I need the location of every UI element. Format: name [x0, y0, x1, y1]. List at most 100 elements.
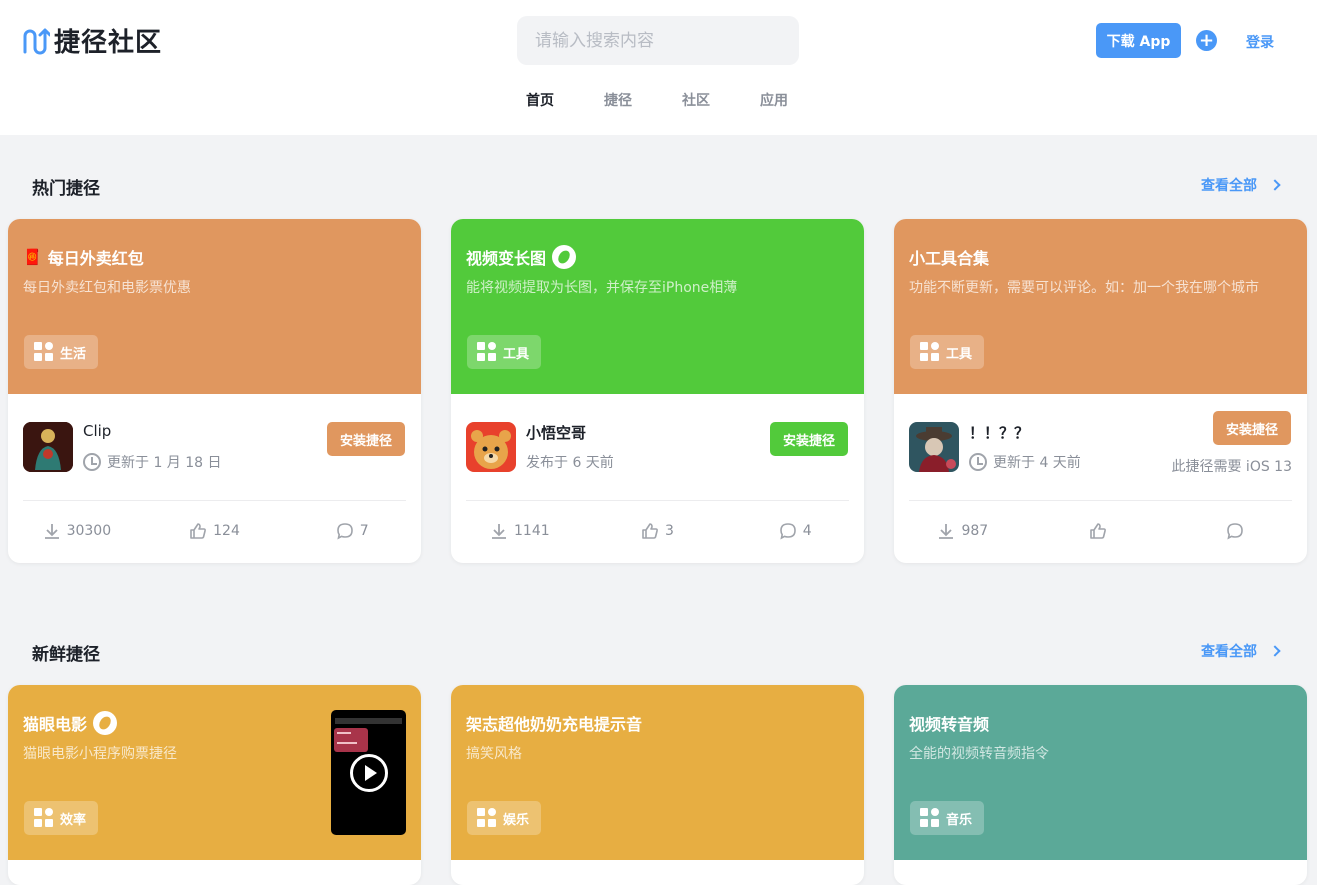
search-input[interactable] — [535, 30, 799, 51]
update-time: 更新于 1 月 18 日 — [83, 452, 222, 472]
shortcut-card[interactable]: 猫眼电影 猫眼电影小程序购票捷径 效率 — [8, 685, 421, 885]
logo-text: 捷径社区 — [54, 28, 163, 58]
verified-icon — [93, 711, 118, 735]
logo[interactable]: 捷径社区 — [22, 22, 162, 59]
divider — [909, 500, 1292, 501]
clock-icon — [969, 453, 987, 471]
chevron-right-icon — [1269, 179, 1281, 191]
comment-icon — [1227, 523, 1243, 540]
play-icon[interactable] — [350, 754, 388, 792]
card-header: 视频转音频 全能的视频转音频指令 音乐 — [894, 685, 1307, 860]
comment-count[interactable]: 4 — [726, 522, 864, 540]
plus-icon[interactable]: + — [1196, 30, 1217, 51]
author-name[interactable]: ！！？？ — [969, 422, 1029, 443]
card-title: 🧧 每日外卖红包 — [23, 248, 144, 268]
card-body: ！！？？ 更新于 4 天前 安装捷径 此捷径需要 iOS 13 987 — [894, 394, 1307, 563]
nav-home[interactable]: 首页 — [501, 90, 579, 110]
shortcut-card[interactable]: 视频变长图 能将视频提取为长图，并保存至iPhone相薄 工具 小悟空哥 发布于… — [451, 219, 864, 563]
ios-requirement: 此捷径需要 iOS 13 — [1171, 459, 1292, 475]
card-stats: 987 — [894, 522, 1307, 540]
category-icon — [920, 808, 940, 828]
author-name[interactable]: Clip — [83, 422, 111, 440]
card-header: 猫眼电影 猫眼电影小程序购票捷径 效率 — [8, 685, 421, 860]
card-header: 小工具合集 功能不断更新，需要可以评论。如：加一个我在哪个城市 工具 — [894, 219, 1307, 394]
card-title: 视频转音频 — [909, 715, 990, 734]
category-tag[interactable]: 娱乐 — [467, 801, 542, 835]
fresh-section-title: 新鲜捷径 — [32, 645, 100, 665]
shortcut-card[interactable]: 架志超他奶奶充电提示音 搞笑风格 娱乐 — [451, 685, 864, 885]
fresh-view-all-link[interactable]: 查看全部 — [1201, 641, 1281, 661]
shortcut-card[interactable]: 🧧 每日外卖红包 每日外卖红包和电影票优惠 生活 Clip 更新于 1 月 18 … — [8, 219, 421, 563]
card-stats: 1141 3 4 — [451, 522, 864, 540]
update-time: 发布于 6 天前 — [526, 455, 614, 471]
install-button[interactable]: 安装捷径 — [326, 422, 405, 456]
logo-icon — [23, 28, 50, 54]
main-nav: 首页 捷径 社区 应用 — [501, 90, 813, 110]
card-title: 架志超他奶奶充电提示音 — [466, 715, 643, 734]
category-icon — [920, 342, 940, 362]
clock-icon — [83, 453, 101, 471]
shortcut-card[interactable]: 视频转音频 全能的视频转音频指令 音乐 — [894, 685, 1307, 885]
card-description: 搞笑风格 — [466, 746, 522, 762]
hot-section-title: 热门捷径 — [32, 179, 100, 199]
video-preview[interactable] — [331, 710, 406, 835]
comment-count[interactable]: 7 — [283, 522, 421, 540]
red-envelope-icon: 🧧 — [23, 248, 42, 266]
nav-shortcuts[interactable]: 捷径 — [579, 90, 657, 110]
download-count[interactable]: 30300 — [8, 522, 146, 540]
chevron-right-icon — [1269, 645, 1281, 657]
like-count[interactable] — [1032, 522, 1170, 540]
category-tag[interactable]: 生活 — [24, 335, 99, 369]
hot-view-all-link[interactable]: 查看全部 — [1201, 175, 1281, 195]
card-description: 能将视频提取为长图，并保存至iPhone相薄 — [466, 280, 738, 296]
avatar[interactable] — [909, 422, 959, 472]
download-app-button[interactable]: 下载 App — [1096, 23, 1181, 58]
comment-icon — [779, 523, 796, 540]
update-time: 更新于 4 天前 — [969, 452, 1081, 472]
category-icon — [477, 808, 497, 828]
card-body: Clip 更新于 1 月 18 日 安装捷径 30300 124 7 — [8, 394, 421, 563]
category-tag[interactable]: 工具 — [467, 335, 542, 369]
thumbs-up-icon — [1089, 523, 1106, 539]
category-tag[interactable]: 音乐 — [910, 801, 985, 835]
verified-icon — [552, 245, 577, 269]
comment-count[interactable] — [1169, 522, 1307, 540]
top-header: 捷径社区 下载 App + 登录 首页 捷径 社区 应用 — [0, 0, 1317, 135]
card-description: 全能的视频转音频指令 — [909, 746, 1049, 762]
like-count[interactable]: 3 — [589, 522, 727, 540]
search-box[interactable] — [517, 16, 799, 65]
author-name[interactable]: 小悟空哥 — [526, 422, 586, 443]
thumbs-up-icon — [642, 523, 658, 539]
nav-community[interactable]: 社区 — [657, 90, 735, 110]
category-icon — [477, 342, 497, 362]
card-title: 小工具合集 — [909, 249, 990, 268]
download-icon — [492, 524, 507, 539]
view-all-label: 查看全部 — [1201, 644, 1257, 660]
avatar[interactable] — [466, 422, 516, 472]
login-link[interactable]: 登录 — [1246, 32, 1274, 52]
download-icon — [44, 524, 59, 539]
card-description: 功能不断更新，需要可以评论。如：加一个我在哪个城市 — [909, 280, 1259, 296]
category-icon — [34, 342, 54, 362]
avatar[interactable] — [23, 422, 73, 472]
download-count[interactable]: 987 — [894, 522, 1032, 540]
install-button[interactable]: 安装捷径 — [769, 422, 848, 456]
card-header: 🧧 每日外卖红包 每日外卖红包和电影票优惠 生活 — [8, 219, 421, 394]
category-icon — [34, 808, 54, 828]
comment-icon — [336, 523, 353, 540]
card-header: 架志超他奶奶充电提示音 搞笑风格 娱乐 — [451, 685, 864, 860]
divider — [466, 500, 849, 501]
card-stats: 30300 124 7 — [8, 522, 421, 540]
nav-apps[interactable]: 应用 — [735, 90, 813, 110]
view-all-label: 查看全部 — [1201, 178, 1257, 194]
install-button[interactable]: 安装捷径 — [1212, 411, 1291, 445]
shortcut-card[interactable]: 小工具合集 功能不断更新，需要可以评论。如：加一个我在哪个城市 工具 ！！？？ … — [894, 219, 1307, 563]
like-count[interactable]: 124 — [146, 522, 284, 540]
card-description: 每日外卖红包和电影票优惠 — [23, 280, 191, 296]
thumbs-up-icon — [190, 523, 207, 539]
category-tag[interactable]: 工具 — [910, 335, 985, 369]
card-body: 小悟空哥 发布于 6 天前 安装捷径 1141 3 4 — [451, 394, 864, 563]
category-tag[interactable]: 效率 — [24, 801, 99, 835]
download-count[interactable]: 1141 — [451, 522, 589, 540]
card-header: 视频变长图 能将视频提取为长图，并保存至iPhone相薄 工具 — [451, 219, 864, 394]
